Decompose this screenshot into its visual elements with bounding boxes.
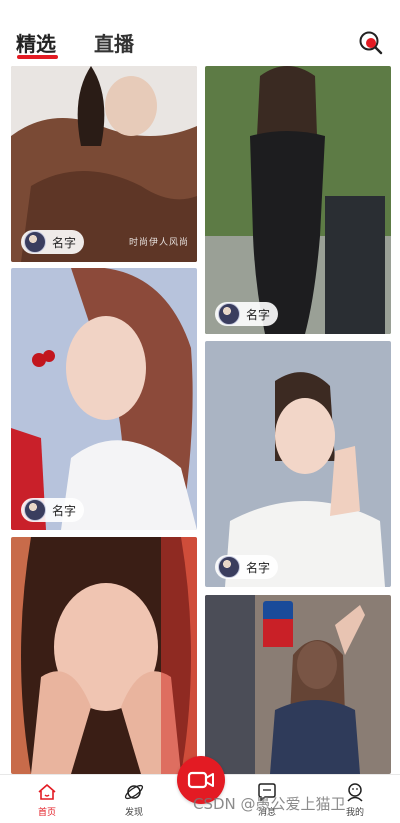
feed-card-5[interactable] [11,537,197,774]
search-button[interactable] [358,30,384,56]
video-camera-icon [187,771,214,789]
profile-icon [347,783,363,802]
active-tab-indicator [17,55,58,59]
card-photo [205,341,391,587]
feed-card-6[interactable] [205,595,391,774]
feed-card-2[interactable]: 名字 [205,66,391,334]
author-name: 名字 [246,560,271,575]
author-name: 名字 [52,235,77,250]
author-chip[interactable]: 名字 [21,230,85,254]
card-photo [11,537,197,774]
csdn-watermark: CSDN @愚公爱上猫卫 [193,795,346,813]
author-chip[interactable]: 名字 [21,498,85,522]
feed-card-3[interactable]: 名字 [11,268,197,530]
feed-card-1[interactable]: 时尚伊人风尚 名字 [11,66,197,262]
card-photo [11,268,197,530]
tab-featured[interactable]: 精选 [16,28,56,57]
author-chip[interactable]: 名字 [215,555,279,579]
planet-icon [124,784,144,800]
author-chip[interactable]: 名字 [215,302,279,326]
avatar [24,499,46,521]
nav-home-label: 首页 [37,808,56,818]
feed-card-4[interactable]: 名字 [205,341,391,587]
avatar [24,231,46,253]
card-photo [205,66,391,334]
nav-discover-label: 发现 [124,808,143,818]
home-icon [38,784,56,800]
author-name: 名字 [52,503,77,518]
top-bar: 精选 直播 [0,0,400,66]
waterfall-feed[interactable]: 时尚伊人风尚 名字 名字 名字 名字 [0,66,400,774]
author-name: 名字 [246,307,271,322]
nav-home[interactable]: 首页 [22,781,72,818]
avatar [218,556,240,578]
search-icon [359,31,383,55]
photo-watermark: 时尚伊人风尚 [128,238,189,248]
tab-live[interactable]: 直播 [94,28,134,57]
nav-discover[interactable]: 发现 [109,781,159,818]
card-photo [205,595,391,774]
avatar [218,303,240,325]
